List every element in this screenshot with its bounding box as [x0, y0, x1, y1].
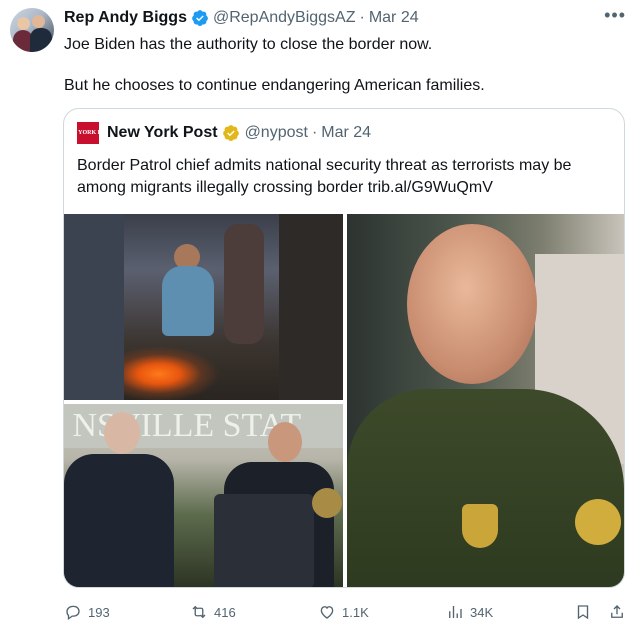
quoted-separator-dot: · — [311, 124, 318, 141]
quoted-date[interactable]: Mar 24 — [321, 124, 371, 142]
quoted-text-line-1: Border Patrol chief admits national secu… — [77, 157, 572, 174]
like-count: 1.1K — [342, 604, 369, 620]
quoted-tweet-header: NEW YORK POST New York Post @nypost · Ma… — [64, 121, 371, 145]
tweet-date[interactable]: Mar 24 — [369, 9, 419, 27]
separator-dot: · — [359, 9, 365, 26]
more-icon[interactable]: ••• — [604, 6, 626, 24]
verified-badge-icon — [192, 10, 208, 27]
reply-icon — [66, 605, 80, 621]
photo-migrants-fire[interactable] — [64, 214, 343, 400]
heart-icon — [320, 606, 334, 619]
quoted-text-line-2: among migrants illegally crossing border… — [77, 179, 493, 196]
author-name[interactable]: Rep Andy Biggs — [64, 9, 187, 27]
author-avatar[interactable] — [10, 8, 54, 52]
like-button[interactable]: 1.1K — [318, 600, 369, 624]
quoted-tweet-text: Border Patrol chief admits national secu… — [77, 155, 571, 199]
tweet-text-line-1: Joe Biden has the authority to close the… — [64, 36, 433, 53]
views-icon — [449, 606, 462, 618]
share-button[interactable] — [608, 600, 632, 624]
photo-biden-mayorkas[interactable]: NSVILLE STAT — [64, 404, 343, 587]
share-icon — [611, 605, 623, 618]
repost-icon — [192, 605, 206, 619]
quoted-author-name[interactable]: New York Post — [107, 124, 218, 142]
views-count: 34K — [470, 604, 494, 620]
reply-button[interactable]: 193 — [64, 600, 110, 624]
views-button[interactable]: 34K — [446, 600, 493, 624]
quoted-tweet[interactable]: NEW YORK POST New York Post @nypost · Ma… — [63, 108, 625, 588]
author-handle[interactable]: @RepAndyBiggsAZ — [213, 9, 356, 27]
reply-count: 193 — [88, 604, 110, 620]
tweet-text-line-2: But he chooses to continue endangering A… — [64, 77, 485, 94]
bookmark-button[interactable] — [574, 600, 598, 624]
repost-button[interactable]: 416 — [190, 600, 236, 624]
verified-org-badge-icon — [222, 125, 239, 142]
bookmark-icon — [577, 605, 589, 620]
tweet-action-bar: 193 416 1.1K 34K — [64, 600, 630, 624]
tweet-header: Rep Andy Biggs @RepAndyBiggsAZ · Mar 24 — [64, 8, 419, 28]
quoted-author-handle[interactable]: @nypost — [245, 124, 308, 142]
nypost-logo[interactable]: NEW YORK POST — [64, 122, 113, 144]
photo-border-patrol-chief[interactable] — [347, 214, 624, 587]
repost-count: 416 — [214, 604, 236, 620]
